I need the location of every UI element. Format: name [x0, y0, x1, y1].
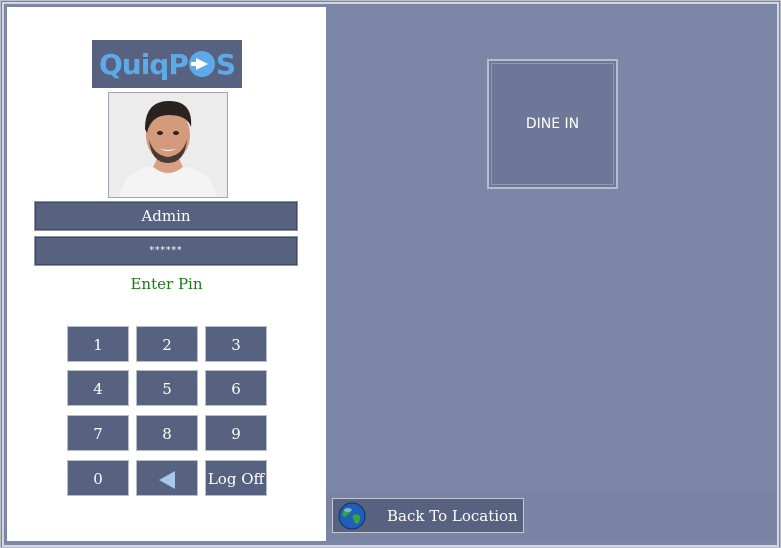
- logo-text-part3: S: [215, 47, 236, 81]
- back-to-location-label: Back To Location: [387, 507, 518, 525]
- logo-text-part2: P: [168, 47, 189, 81]
- globe-icon: [338, 502, 366, 530]
- tile-inner-border: [491, 63, 614, 185]
- back-to-location-button[interactable]: Back To Location: [332, 498, 524, 533]
- keypad-button-6[interactable]: 6: [205, 370, 267, 406]
- keypad-button-4[interactable]: 4: [67, 370, 129, 406]
- log-off-button[interactable]: Log Off: [205, 460, 267, 496]
- logo-wordmark: Quiq P S: [98, 47, 236, 81]
- keypad-button-3[interactable]: 3: [205, 326, 267, 362]
- keypad-button-2[interactable]: 2: [136, 326, 198, 362]
- logo-arrow-icon: [188, 51, 215, 77]
- backspace-arrow-icon: [159, 471, 175, 489]
- keypad-button-8[interactable]: 8: [136, 415, 198, 451]
- quiqpos-logo: Quiq P S: [92, 40, 242, 88]
- keypad-button-1[interactable]: 1: [67, 326, 129, 362]
- keypad-button-9[interactable]: 9: [205, 415, 267, 451]
- pin-field[interactable]: ******: [34, 236, 298, 266]
- dine-in-tile[interactable]: DINE IN: [487, 59, 618, 189]
- username-field[interactable]: Admin: [34, 201, 298, 231]
- login-panel: Quiq P S Admin ****** Enter Pin 1 2 3 4 …: [7, 7, 326, 541]
- enter-pin-prompt: Enter Pin: [130, 275, 203, 293]
- logo-text-part1: Quiq: [98, 47, 169, 81]
- keypad-button-5[interactable]: 5: [136, 370, 198, 406]
- keypad-button-0[interactable]: 0: [67, 460, 129, 496]
- user-avatar: [108, 92, 228, 198]
- backspace-button[interactable]: [136, 460, 198, 496]
- keypad-button-7[interactable]: 7: [67, 415, 129, 451]
